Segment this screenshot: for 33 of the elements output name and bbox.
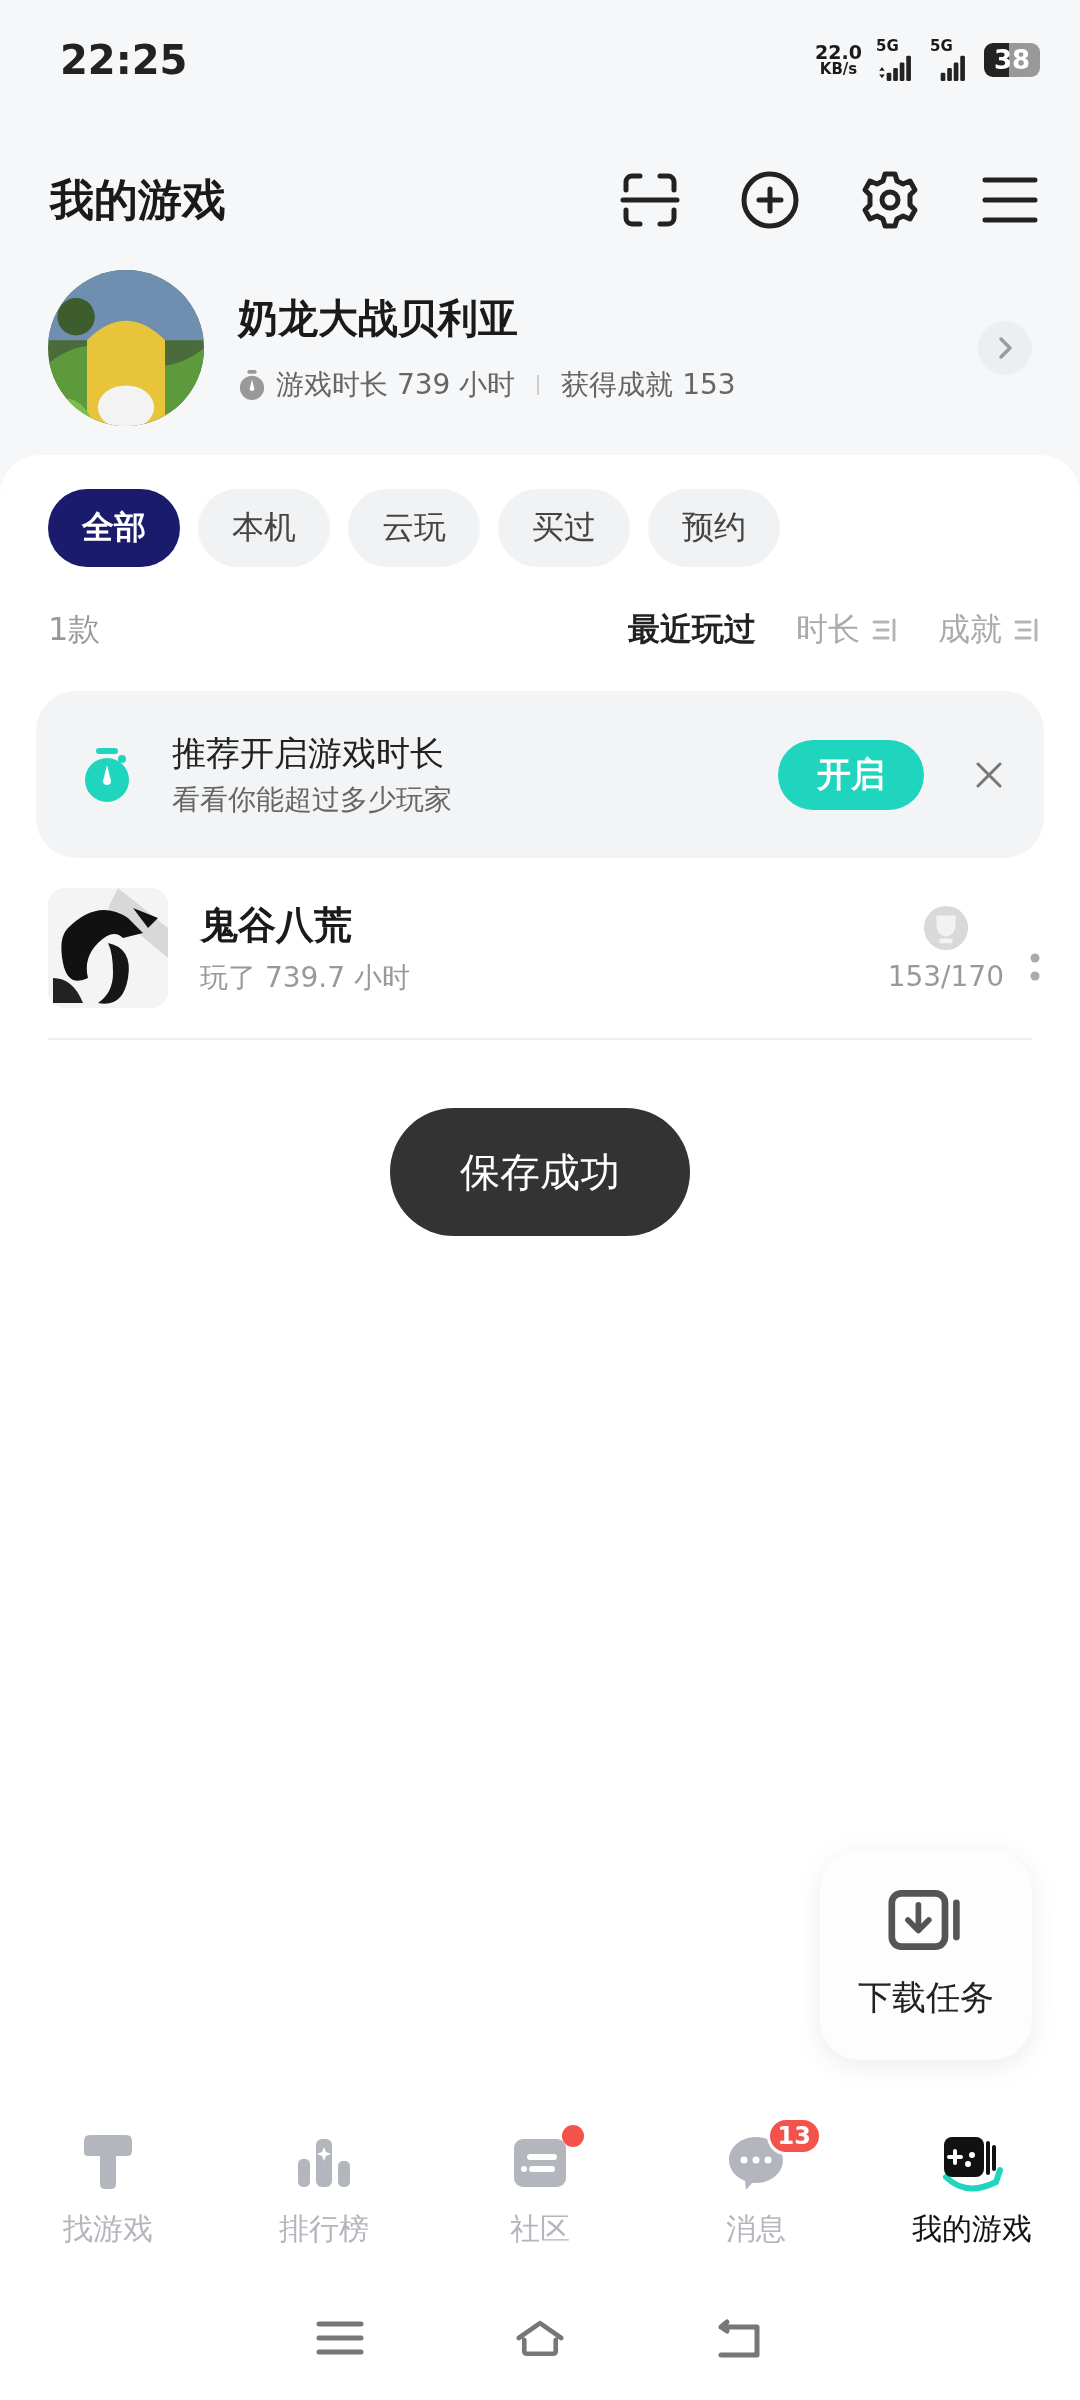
- status-time: 22:25: [60, 37, 188, 83]
- add-icon[interactable]: [740, 170, 800, 230]
- game-count: 1款: [48, 609, 101, 650]
- game-title: 鬼谷八荒: [200, 901, 353, 949]
- sort-icon: [872, 618, 898, 642]
- network-type: 5G: [930, 38, 953, 54]
- banner-title: 推荐开启游戏时长: [172, 731, 445, 775]
- download-tasks-button[interactable]: 下载任务: [820, 1850, 1032, 2060]
- toast-message: 保存成功: [390, 1108, 690, 1236]
- unread-badge: 13: [766, 2117, 822, 2155]
- filter-tab[interactable]: 本机: [198, 489, 330, 567]
- user-name: 奶龙大战贝利亚: [238, 294, 519, 343]
- playtime-text: 游戏时长 739 小时: [276, 367, 516, 403]
- achievement-text: 获得成就 153: [561, 367, 736, 403]
- filter-tab[interactable]: 云玩: [348, 489, 480, 567]
- nav-tab[interactable]: 我的游戏: [864, 2105, 1080, 2275]
- network-speed: 22.0: [815, 43, 862, 62]
- banner-subtitle: 看看你能超过多少玩家: [172, 781, 453, 818]
- game-playtime: 玩了 739.7 小时: [200, 959, 411, 996]
- network-type: 5G: [876, 38, 899, 54]
- settings-icon[interactable]: [860, 170, 920, 230]
- sort-icon: [1014, 618, 1040, 642]
- filter-tab[interactable]: 买过: [498, 489, 630, 567]
- page-title: 我的游戏: [50, 172, 226, 227]
- timer-icon: [238, 369, 266, 401]
- trophy-icon: [921, 903, 970, 952]
- stopwatch-icon: [82, 746, 132, 803]
- chevron-right-icon[interactable]: [978, 320, 1032, 375]
- network-speed-unit: KB/s: [819, 62, 858, 77]
- filter-tab[interactable]: 预约: [648, 489, 780, 567]
- sort-option[interactable]: 最近玩过: [628, 608, 756, 652]
- achievement-count: 153/170: [887, 959, 1004, 993]
- filter-tab[interactable]: 全部: [48, 489, 180, 567]
